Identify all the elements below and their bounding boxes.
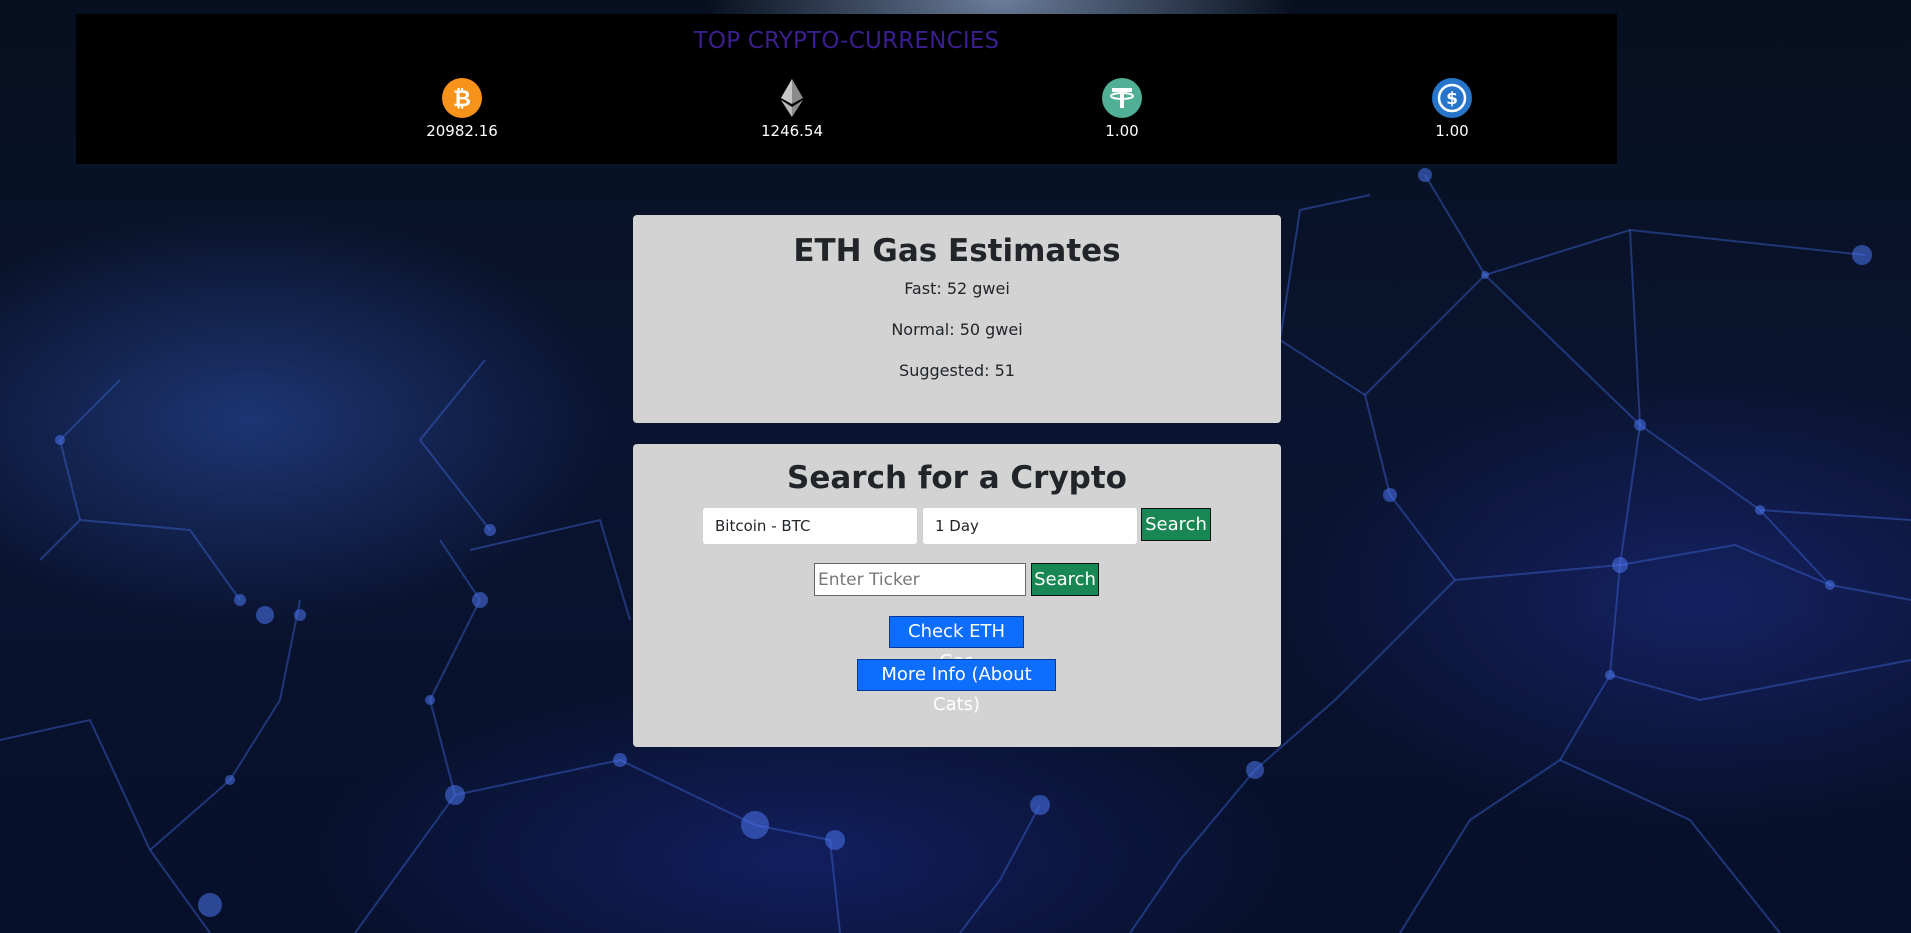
svg-text:₿: ₿ [453, 87, 471, 112]
usd-coin-price: 1.00 [1435, 122, 1469, 140]
top-currencies-bar: TOP CRYPTO-CURRENCIES ₿ 20982.16 1246.54 [76, 14, 1617, 164]
period-select[interactable]: 1 Day [923, 508, 1137, 544]
coin-ethereum: 1246.54 [732, 78, 852, 140]
eth-gas-panel: ETH Gas Estimates Fast: 52 gwei Normal: … [633, 215, 1281, 423]
more-info-button[interactable]: More Info (About Cats) [857, 659, 1056, 715]
tether-icon [1102, 78, 1142, 118]
ticker-input[interactable] [814, 563, 1026, 596]
crypto-select[interactable]: Bitcoin - BTC [703, 508, 917, 544]
bitcoin-price: 20982.16 [426, 122, 498, 140]
search-panel-title: Search for a Crypto [787, 460, 1127, 496]
gas-normal-estimate: Normal: 50 gwei [891, 320, 1023, 339]
gas-suggested-estimate: Suggested: 51 [899, 361, 1015, 380]
crypto-search-panel: Search for a Crypto Bitcoin - BTC 1 Day … [633, 444, 1281, 747]
gas-panel-title: ETH Gas Estimates [793, 233, 1121, 269]
usd-coin-icon: $ [1432, 78, 1472, 118]
ethereum-price: 1246.54 [760, 122, 824, 140]
coin-bitcoin: ₿ 20982.16 [402, 78, 522, 140]
tether-price: 1.00 [1105, 122, 1139, 140]
svg-text:$: $ [1446, 89, 1458, 109]
check-eth-gas-button[interactable]: Check ETH Gas [889, 616, 1024, 672]
coin-tether: 1.00 [1062, 78, 1182, 140]
ticker-search-button[interactable]: Search [1031, 563, 1099, 596]
period-select-value: 1 Day [935, 517, 979, 535]
gas-fast-estimate: Fast: 52 gwei [904, 279, 1010, 298]
bitcoin-icon: ₿ [442, 78, 482, 118]
crypto-search-button[interactable]: Search [1141, 508, 1211, 541]
crypto-select-value: Bitcoin - BTC [715, 517, 811, 535]
top-currencies-title: TOP CRYPTO-CURRENCIES [693, 28, 1000, 54]
coin-usd-coin: $ 1.00 [1392, 78, 1512, 140]
ethereum-icon [772, 78, 812, 118]
